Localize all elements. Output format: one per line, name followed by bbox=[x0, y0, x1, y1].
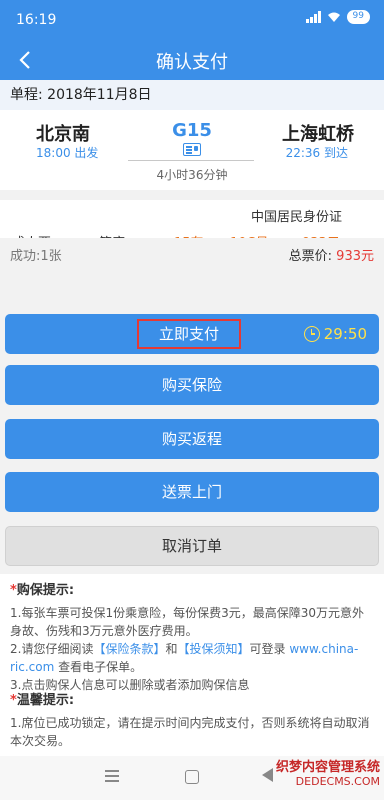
status-icons: 99 bbox=[305, 10, 370, 24]
train-info-card: 北京南 18:00 出发 G15 4小时36分钟 上海虹桥 22:36 到达 bbox=[0, 110, 384, 190]
watermark-logo: 织梦内容管理系统 DEDECMS.COM bbox=[270, 756, 380, 796]
ticket-info-icon[interactable] bbox=[183, 143, 201, 156]
buy-return-button[interactable]: 购买返程 bbox=[5, 419, 379, 459]
insurance-notice-link[interactable]: 【投保须知】 bbox=[177, 642, 249, 656]
watermark-url: DEDECMS.COM bbox=[295, 775, 380, 788]
route-line bbox=[128, 160, 254, 161]
insurance-note-1: 1.每张车票可投保1份乘意险，每份保费3元，最高保障30万元意外身故、伤残和3万… bbox=[10, 606, 364, 638]
warm-note-1: 1.席位已成功锁定，请在提示时间内完成支付，否则系统将自动取消本次交易。 bbox=[10, 716, 370, 748]
order-summary: 成功:1张 总票价: 933元 bbox=[0, 238, 384, 268]
wifi-icon bbox=[327, 12, 340, 22]
clock-icon bbox=[303, 326, 320, 342]
pay-now-button[interactable]: 立即支付 29:50 bbox=[5, 314, 379, 354]
insurance-notes-title: *购保提示: bbox=[10, 583, 75, 598]
insurance-terms-link[interactable]: 【保险条款】 bbox=[93, 642, 165, 656]
trip-duration: 4小时36分钟 bbox=[156, 168, 228, 182]
total-price: 总票价: 933元 bbox=[289, 245, 374, 264]
menu-icon[interactable] bbox=[105, 770, 119, 784]
insurance-notes: *购保提示: 1.每张车票可投保1份乘意险，每份保费3元，最高保障30万元意外身… bbox=[10, 582, 374, 692]
id-type: 中国居民身份证 bbox=[250, 210, 342, 225]
arrival-station: 上海虹桥 bbox=[282, 124, 354, 145]
warm-notes-title: *温馨提示: bbox=[10, 693, 75, 708]
battery-icon: 99 bbox=[346, 10, 370, 24]
success-count: 成功:1张 bbox=[10, 249, 62, 264]
watermark-name: 织梦内容管理系统 bbox=[275, 760, 380, 775]
pay-now-label: 立即支付 bbox=[137, 319, 241, 349]
countdown-value: 29:50 bbox=[323, 325, 367, 343]
title-bar: 确认支付 bbox=[0, 40, 384, 80]
home-icon[interactable] bbox=[185, 770, 199, 784]
arrival-time: 22:36 到达 bbox=[285, 146, 348, 160]
status-bar: 16:19 99 bbox=[0, 0, 384, 40]
ticket-delivery-button[interactable]: 送票上门 bbox=[5, 472, 379, 512]
signal-icon bbox=[305, 11, 321, 23]
system-nav-bar: 织梦内容管理系统 DEDECMS.COM bbox=[0, 756, 384, 800]
departure-time: 18:00 出发 bbox=[36, 146, 99, 160]
trip-date: 单程: 2018年11月8日 bbox=[0, 80, 384, 110]
status-time: 16:19 bbox=[16, 12, 57, 28]
payment-countdown: 29:50 bbox=[303, 314, 367, 354]
buy-insurance-button[interactable]: 购买保险 bbox=[5, 365, 379, 405]
page-title: 确认支付 bbox=[156, 52, 228, 73]
total-label: 总票价: bbox=[288, 249, 337, 264]
cancel-order-button[interactable]: 取消订单 bbox=[5, 526, 379, 566]
notes-panel: *购保提示: 1.每张车票可投保1份乘意险，每份保费3元，最高保障30万元意外身… bbox=[0, 574, 384, 756]
total-amount: 933元 bbox=[336, 249, 374, 264]
insurance-note-2: 2.请您仔细阅读【保险条款】和【投保须知】可登录 www.china-ric.c… bbox=[10, 642, 359, 674]
